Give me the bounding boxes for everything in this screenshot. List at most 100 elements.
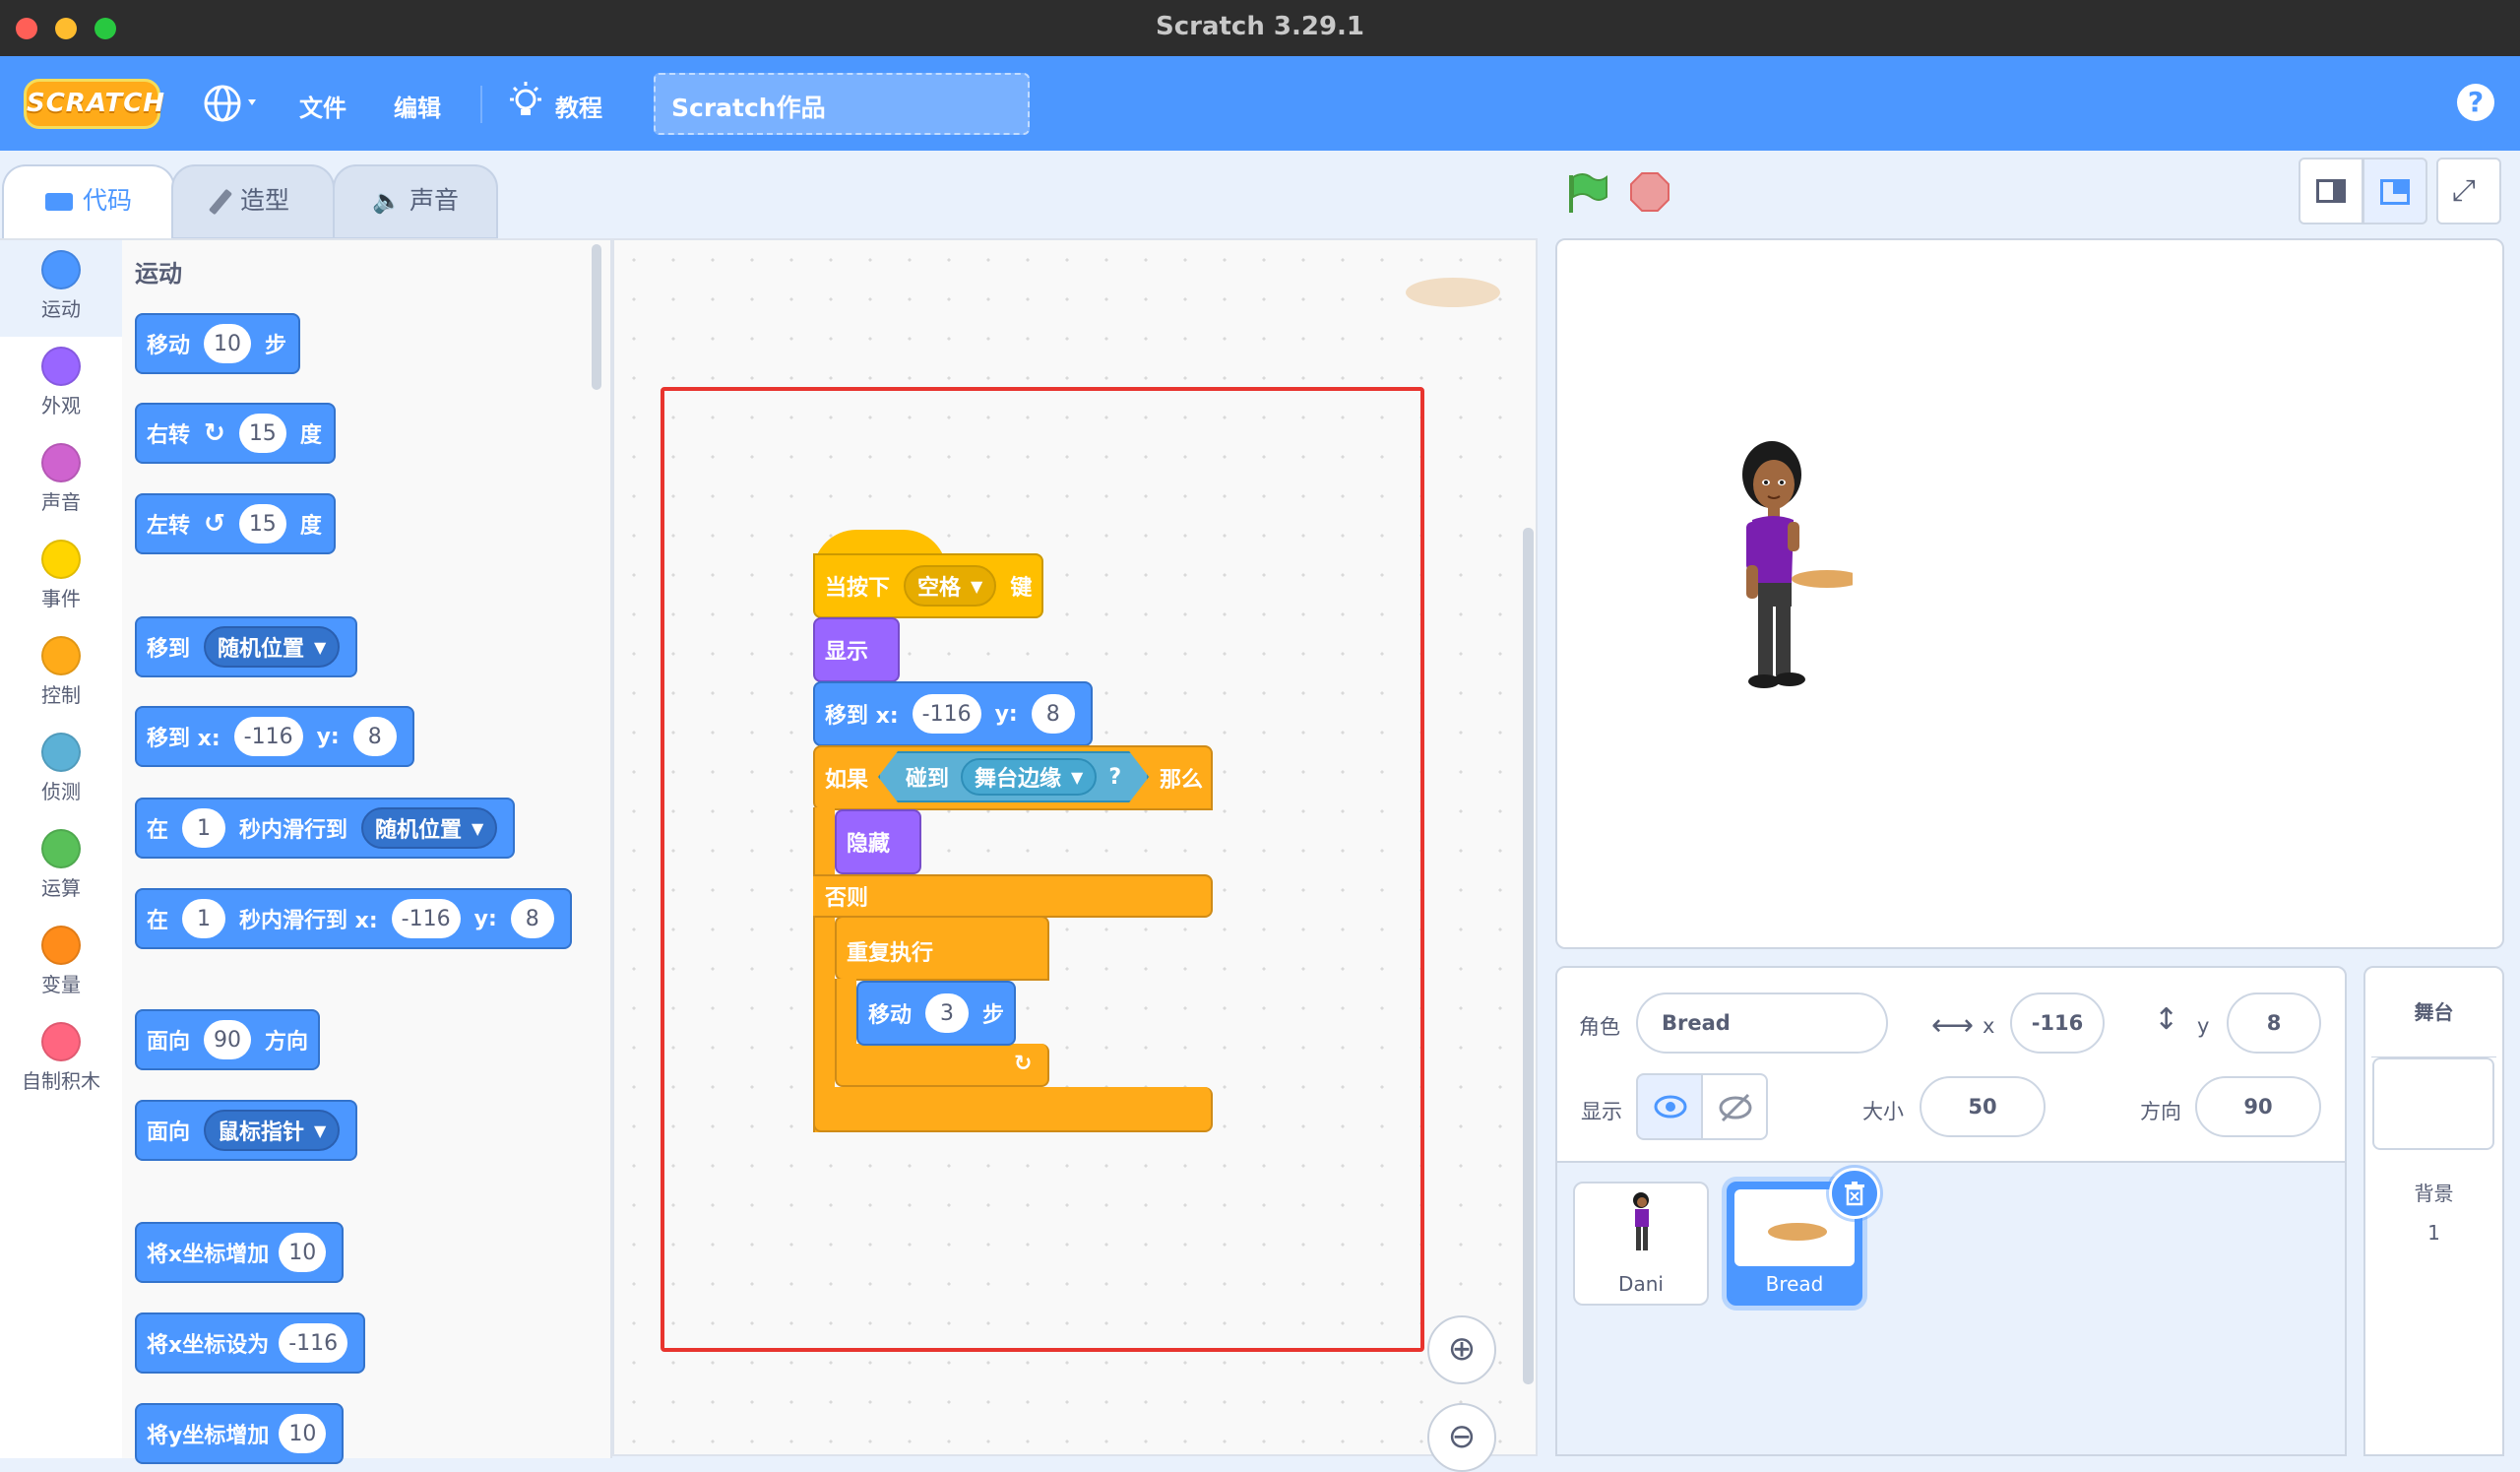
large-stage-button[interactable]	[2362, 158, 2427, 224]
backdrop-thumbnail[interactable]	[2372, 1057, 2494, 1150]
delete-sprite-button[interactable]	[1829, 1168, 1880, 1219]
stage-canvas[interactable]	[1555, 238, 2504, 949]
touching-sensor-block[interactable]: 碰到 舞台边缘 ▼?	[878, 751, 1149, 802]
x-set-input[interactable]: -116	[279, 1323, 348, 1363]
category-color-dot	[41, 1022, 81, 1061]
seconds-input[interactable]: 1	[182, 899, 226, 938]
glide-target-dropdown[interactable]: 随机位置 ▼	[361, 807, 498, 849]
hide-sprite-button[interactable]	[1701, 1073, 1768, 1140]
towards-dropdown[interactable]: 鼠标指针 ▼	[204, 1110, 341, 1151]
y-input[interactable]: 8	[510, 899, 554, 938]
direction-input[interactable]: 90	[204, 1020, 252, 1059]
block-goto-xy-script[interactable]: 移到 x: -116 y: 8	[813, 681, 1093, 746]
y-change-input[interactable]: 10	[279, 1414, 327, 1453]
caret-down-icon: ▼	[971, 576, 983, 596]
palette-scrollbar[interactable]	[592, 244, 601, 390]
category-4[interactable]: 控制	[0, 626, 122, 723]
block-move-script[interactable]: 移动 3 步	[856, 981, 1017, 1046]
zoom-out-button[interactable]: ⊖	[1427, 1403, 1496, 1472]
x-position-input[interactable]: -116	[2010, 992, 2105, 1054]
y-position-input[interactable]: 8	[2227, 992, 2321, 1054]
small-stage-button[interactable]	[2299, 158, 2363, 224]
zoom-in-icon: ⊕	[1447, 1329, 1477, 1369]
scratch-logo[interactable]: SCRATCH	[24, 79, 164, 129]
show-sprite-button[interactable]	[1636, 1073, 1703, 1140]
block-text: 移动	[868, 1003, 913, 1028]
tab-code[interactable]: 代码	[2, 164, 175, 241]
steps-input[interactable]: 10	[204, 324, 252, 363]
stage-selector-panel[interactable]	[2363, 966, 2504, 1456]
caret-down-icon: ▼	[314, 1120, 327, 1140]
category-8[interactable]: 自制积木	[0, 1012, 122, 1109]
block-change-x[interactable]: 将x坐标增加 10	[135, 1222, 345, 1283]
if-else-foot	[813, 1087, 1213, 1132]
tab-costumes[interactable]: 造型	[171, 164, 335, 239]
category-0[interactable]: 运动	[0, 240, 122, 337]
block-show[interactable]: 显示	[813, 617, 900, 682]
category-label: 声音	[41, 490, 81, 514]
direction-input[interactable]: 90	[2195, 1076, 2321, 1137]
block-set-x[interactable]: 将x坐标设为 -116	[135, 1312, 366, 1374]
menu-bar: SCRATCH 文件 编辑 教程 Scratch作品 ?	[0, 56, 2520, 151]
touching-target-dropdown[interactable]: 舞台边缘 ▼	[961, 758, 1097, 796]
x-input[interactable]: -116	[233, 717, 303, 756]
block-text: 在	[147, 909, 169, 933]
globe-icon	[204, 85, 256, 122]
bread-thumbnail	[1768, 1223, 1827, 1241]
block-when-key-pressed[interactable]: 当按下 空格 ▼ 键	[813, 553, 1044, 618]
workspace-scrollbar[interactable]	[1523, 528, 1534, 1384]
file-menu[interactable]: 文件	[299, 89, 346, 123]
category-7[interactable]: 变量	[0, 916, 122, 1012]
category-1[interactable]: 外观	[0, 337, 122, 433]
x-input[interactable]: -116	[912, 694, 981, 734]
trash-icon	[1845, 1182, 1864, 1206]
category-color-dot	[41, 540, 81, 579]
dropdown-value: 空格	[917, 576, 962, 601]
x-change-input[interactable]: 10	[279, 1233, 327, 1272]
help-button[interactable]: ?	[2457, 84, 2494, 121]
block-goto[interactable]: 移到 随机位置 ▼	[135, 616, 358, 677]
size-input[interactable]: 50	[1920, 1076, 2046, 1137]
y-input[interactable]: 8	[1031, 694, 1075, 734]
project-title-input[interactable]: Scratch作品	[654, 73, 1030, 135]
block-text: y:	[473, 906, 497, 931]
block-turn-left[interactable]: 左转 ↺ 15 度	[135, 493, 336, 554]
x-input[interactable]: -116	[391, 899, 461, 938]
key-dropdown[interactable]: 空格 ▼	[904, 565, 997, 607]
language-menu[interactable]	[201, 82, 270, 129]
category-label: 侦测	[41, 780, 81, 803]
goto-target-dropdown[interactable]: 随机位置 ▼	[204, 626, 341, 668]
block-change-y[interactable]: 将y坐标增加 10	[135, 1403, 345, 1464]
degrees-input[interactable]: 15	[238, 504, 286, 544]
category-3[interactable]: 事件	[0, 530, 122, 626]
sprite-name-input[interactable]: Bread	[1636, 992, 1888, 1054]
direction-label: 方向	[2140, 1100, 2181, 1123]
eye-icon	[1654, 1095, 1687, 1119]
block-glide-xy[interactable]: 在 1 秒内滑行到 x: -116 y: 8	[135, 888, 572, 949]
block-text: 键	[1010, 576, 1033, 601]
category-5[interactable]: 侦测	[0, 723, 122, 819]
block-move-steps[interactable]: 移动 10 步	[135, 313, 301, 374]
category-2[interactable]: 声音	[0, 433, 122, 530]
seconds-input[interactable]: 1	[182, 808, 226, 848]
y-input[interactable]: 8	[352, 717, 397, 756]
tab-sounds[interactable]: 🔈 声音	[333, 164, 498, 239]
edit-menu[interactable]: 编辑	[394, 89, 441, 123]
green-flag-icon[interactable]	[1565, 171, 1608, 215]
block-goto-xy[interactable]: 移到 x: -116 y: 8	[135, 706, 414, 767]
sprite-card-dani[interactable]: Dani	[1573, 1182, 1709, 1306]
category-6[interactable]: 运算	[0, 819, 122, 916]
block-point-direction[interactable]: 面向 90 方向	[135, 1009, 321, 1070]
block-turn-right[interactable]: 右转 ↻ 15 度	[135, 403, 336, 464]
block-text: 碰到	[906, 767, 950, 792]
block-hide[interactable]: 隐藏	[835, 809, 921, 874]
degrees-input[interactable]: 15	[238, 414, 286, 453]
fullscreen-button[interactable]: ⤢	[2436, 158, 2501, 224]
block-glide-to[interactable]: 在 1 秒内滑行到 随机位置 ▼	[135, 798, 516, 859]
block-point-towards[interactable]: 面向 鼠标指针 ▼	[135, 1100, 358, 1161]
dani-sprite[interactable]	[1725, 437, 1853, 723]
steps-input[interactable]: 3	[925, 993, 970, 1033]
zoom-in-button[interactable]: ⊕	[1427, 1315, 1496, 1384]
stop-icon[interactable]	[1629, 171, 1670, 213]
size-label: 大小	[1862, 1100, 1904, 1123]
